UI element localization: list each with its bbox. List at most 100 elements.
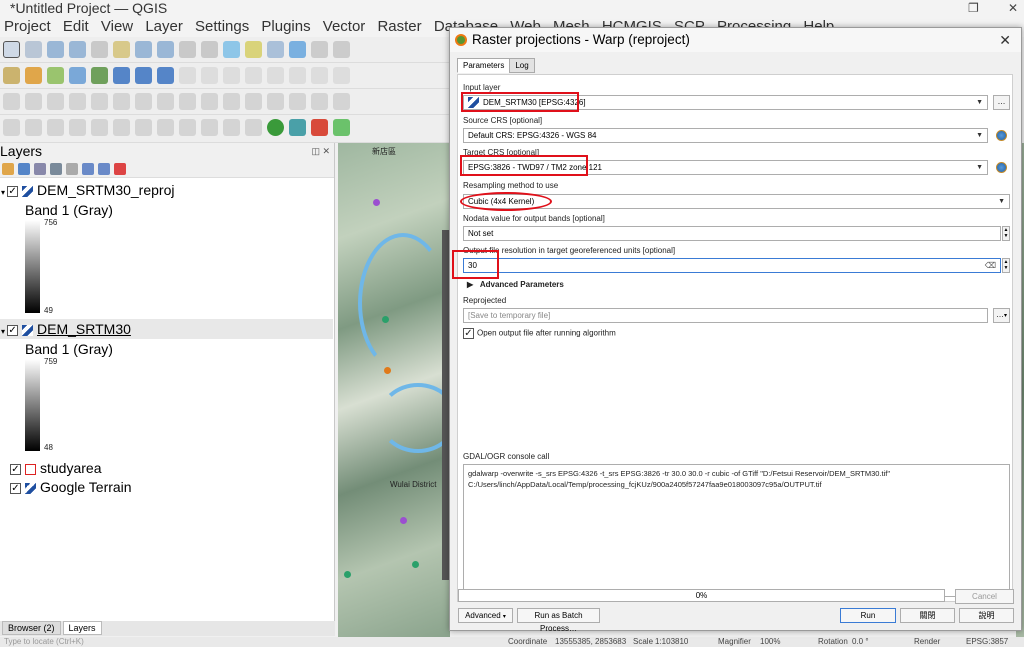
locator-search[interactable]: Type to locate (Ctrl+K) [4, 637, 84, 646]
edit-icon[interactable] [201, 67, 218, 84]
menu-edit[interactable]: Edit [59, 17, 93, 37]
add-feature-icon[interactable] [223, 67, 240, 84]
zoom-out-icon[interactable] [69, 41, 86, 58]
menu-plugins[interactable]: Plugins [257, 17, 314, 37]
layer-name[interactable]: studyarea [40, 460, 101, 476]
bookmark-icon[interactable] [245, 41, 262, 58]
filter-legend-icon[interactable] [50, 163, 62, 175]
tab-parameters[interactable]: Parameters [457, 58, 511, 73]
scale-value[interactable]: 1:103810 [655, 637, 688, 646]
menu-layer[interactable]: Layer [141, 17, 187, 37]
delete-icon[interactable] [289, 67, 306, 84]
layer-name[interactable]: DEM_SRTM30 [37, 321, 131, 337]
save-edits-icon[interactable] [267, 67, 284, 84]
digitize-tool-14-icon[interactable] [289, 93, 306, 110]
zoom-full-icon[interactable] [91, 41, 108, 58]
nodata-input[interactable]: Not set [463, 226, 1001, 241]
label-tool-icon[interactable] [3, 119, 20, 136]
field-calculator-icon[interactable] [113, 119, 130, 136]
plugin-1-icon[interactable] [223, 119, 240, 136]
temporal-icon[interactable] [267, 41, 284, 58]
layer-checkbox[interactable]: ✓ [10, 463, 21, 475]
menu-vector[interactable]: Vector [319, 17, 370, 37]
layer-checkbox[interactable]: ✓ [7, 324, 19, 336]
history-icon[interactable] [179, 119, 196, 136]
zoom-next-icon[interactable] [201, 41, 218, 58]
digitize-tool-4-icon[interactable] [69, 93, 86, 110]
advanced-parameters-toggle[interactable]: ▶ Advanced Parameters [467, 280, 564, 289]
source-crs-select[interactable]: Default CRS: EPSG:4326 - WGS 84 ▼ [463, 128, 988, 143]
python-icon[interactable] [333, 119, 350, 136]
select-icon[interactable] [311, 41, 328, 58]
zoom-selection-icon[interactable] [113, 41, 130, 58]
zoom-in-icon[interactable] [47, 41, 64, 58]
digitize-tool-9-icon[interactable] [179, 93, 196, 110]
digitize-tool-12-icon[interactable] [245, 93, 262, 110]
collapse-icon[interactable]: ▾ [1, 327, 5, 336]
nodata-spinner[interactable]: ▲ ▼ [1002, 226, 1010, 241]
close-window-icon[interactable]: ✕ [1008, 0, 1018, 16]
share-icon[interactable] [267, 119, 284, 136]
layer-row-google-terrain[interactable]: ✓ Google Terrain [8, 477, 132, 497]
add-raster-icon[interactable] [3, 67, 20, 84]
copy-icon[interactable] [333, 67, 350, 84]
refresh-icon[interactable] [289, 41, 306, 58]
visibility-icon[interactable] [34, 163, 46, 175]
digitize-tool-6-icon[interactable] [113, 93, 130, 110]
add-wfs-icon[interactable] [135, 67, 152, 84]
layer-name[interactable]: DEM_SRTM30_reproj [37, 182, 174, 198]
tab-layers[interactable]: Layers [62, 621, 102, 635]
rotation-value[interactable]: 0.0 ° [852, 637, 869, 646]
vertex-tool-icon[interactable] [245, 67, 262, 84]
menu-project[interactable]: Project [0, 17, 55, 37]
collapse-icon[interactable]: ▾ [1, 188, 5, 197]
clear-icon[interactable]: ⌫ [985, 259, 996, 272]
zoom-native-icon[interactable] [157, 41, 174, 58]
crs-selector-icon[interactable] [996, 130, 1007, 141]
resolution-spinner[interactable]: ▲ ▼ [1002, 258, 1010, 273]
layer-name[interactable]: Google Terrain [40, 479, 132, 495]
scp-icon[interactable] [289, 119, 306, 136]
open-output-option[interactable]: ✓ Open output file after running algorith… [463, 328, 616, 339]
maximize-icon[interactable]: ❐ [968, 0, 979, 16]
tab-log[interactable]: Log [509, 58, 535, 73]
digitize-tool-5-icon[interactable] [91, 93, 108, 110]
coordinate-value[interactable]: 13555385, 2853683 [555, 637, 626, 646]
zoom-last-icon[interactable] [179, 41, 196, 58]
zoom-layer-icon[interactable] [135, 41, 152, 58]
new-map-view-icon[interactable] [223, 41, 240, 58]
resolution-input[interactable]: 30 ⌫ [463, 258, 1001, 273]
pan-icon[interactable] [3, 41, 20, 58]
digitize-tool-2-icon[interactable] [25, 93, 42, 110]
input-layer-browse-button[interactable]: … [993, 95, 1010, 110]
digitize-tool-10-icon[interactable] [201, 93, 218, 110]
toolbox-icon[interactable] [135, 119, 152, 136]
layer-checkbox[interactable]: ✓ [10, 482, 21, 494]
digitize-tool-16-icon[interactable] [333, 93, 350, 110]
add-spatialite-icon[interactable] [91, 67, 108, 84]
add-group-icon[interactable] [18, 163, 30, 175]
attribute-table-icon[interactable] [91, 119, 108, 136]
add-wms-icon[interactable] [113, 67, 130, 84]
digitize-tool-8-icon[interactable] [157, 93, 174, 110]
run-button[interactable]: Run [840, 608, 896, 623]
menu-settings[interactable]: Settings [191, 17, 253, 37]
layer-row-dem-srtm30-reproj[interactable]: ▾ ✓ DEM_SRTM30_reproj [0, 180, 174, 200]
cancel-button[interactable]: Cancel [955, 589, 1014, 604]
console-call-text[interactable]: gdalwarp -overwrite -s_srs EPSG:4326 -t_… [463, 464, 1010, 597]
identify-icon[interactable] [333, 41, 350, 58]
filter-by-expression-icon[interactable] [66, 163, 78, 175]
crs-selector-icon[interactable] [996, 162, 1007, 173]
open-output-checkbox[interactable]: ✓ [463, 328, 474, 339]
add-postgis-icon[interactable] [69, 67, 86, 84]
bug-icon[interactable] [311, 119, 328, 136]
advanced-button[interactable]: Advanced ▾ [458, 608, 513, 623]
dialog-close-icon[interactable]: ✕ [999, 28, 1011, 52]
add-delimited-icon[interactable] [47, 67, 64, 84]
magnifier-value[interactable]: 100% [760, 637, 780, 646]
layer-checkbox[interactable]: ✓ [7, 185, 19, 197]
help-button[interactable]: 說明 [959, 608, 1014, 623]
output-file-input[interactable]: [Save to temporary file] [463, 308, 988, 323]
add-wcs-icon[interactable] [157, 67, 174, 84]
results-viewer-icon[interactable] [201, 119, 218, 136]
